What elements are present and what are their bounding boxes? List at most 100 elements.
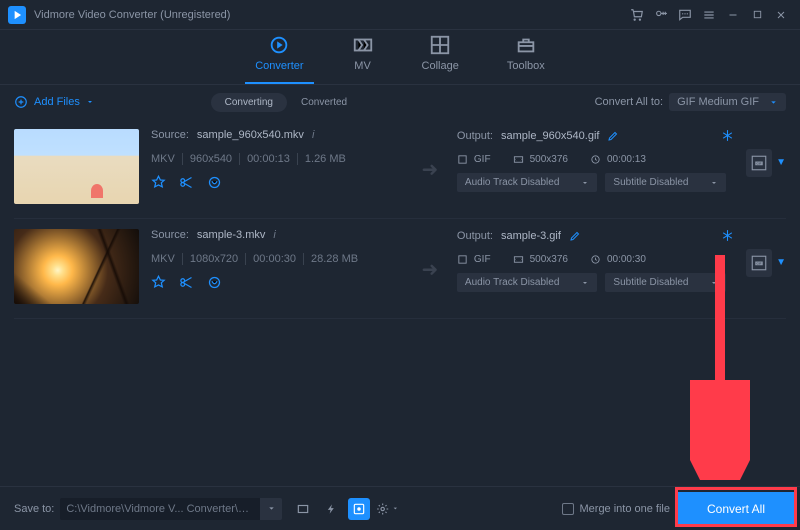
output-duration: 00:00:13 [607, 154, 646, 165]
source-meta: MKV 960x540 00:00:13 1.26 MB [151, 153, 403, 165]
tab-label: MV [354, 60, 371, 72]
info-icon[interactable]: i [273, 229, 275, 241]
merge-label: Merge into one file [580, 503, 671, 515]
media-item: Source: sample_960x540.mkv i MKV 960x540… [14, 119, 786, 219]
add-files-label: Add Files [34, 96, 80, 108]
tab-label: Converter [255, 60, 303, 72]
flash-icon[interactable] [320, 498, 342, 520]
chevron-down-icon [581, 179, 589, 187]
enhance-icon[interactable] [207, 275, 223, 291]
output-format: GIF [474, 254, 491, 265]
thumbnail[interactable] [14, 229, 139, 304]
output-resolution: 500x376 [530, 154, 568, 165]
media-item: Source: sample-3.mkv i MKV 1080x720 00:0… [14, 219, 786, 319]
open-folder-icon[interactable] [292, 498, 314, 520]
add-files-button[interactable]: Add Files [14, 95, 94, 109]
source-meta: MKV 1080x720 00:00:30 28.28 MB [151, 253, 403, 265]
mv-icon [352, 34, 374, 56]
settings-icon[interactable] [376, 498, 398, 520]
output-filename: sample_960x540.gif [501, 130, 599, 142]
list-toolbar: Add Files Converting Converted Convert A… [0, 85, 800, 119]
format-icon [457, 254, 468, 265]
merge-checkbox[interactable]: Merge into one file [562, 503, 671, 515]
output-duration: 00:00:30 [607, 254, 646, 265]
save-path-field[interactable]: C:\Vidmore\Vidmore V... Converter\Conver… [60, 498, 260, 520]
resolution-icon [513, 154, 524, 165]
output-label: Output: [457, 130, 493, 142]
app-logo [8, 6, 26, 24]
plus-circle-icon [14, 95, 28, 109]
enhance-icon[interactable] [207, 175, 223, 191]
minimize-icon[interactable] [722, 4, 744, 26]
media-list: Source: sample_960x540.mkv i MKV 960x540… [0, 119, 800, 319]
feedback-icon[interactable] [674, 4, 696, 26]
output-meta: GIF 500x376 00:00:30 [457, 254, 734, 265]
trim-icon[interactable] [179, 275, 195, 291]
source-label: Source: [151, 229, 189, 241]
tab-label: Toolbox [507, 60, 545, 72]
output-meta: GIF 500x376 00:00:13 [457, 154, 734, 165]
status-filter: Converting Converted [211, 93, 362, 112]
converter-icon [268, 34, 290, 56]
subtitle-dropdown[interactable]: Subtitle Disabled [605, 173, 726, 192]
chevron-down-icon [581, 279, 589, 287]
output-format-button[interactable]: GIF [746, 249, 772, 277]
convert-all-format-dropdown[interactable]: GIF Medium GIF [669, 93, 786, 111]
effects-icon[interactable] [151, 175, 167, 191]
source-label: Source: [151, 129, 189, 141]
convert-all-to-label: Convert All to: [595, 96, 663, 108]
menu-icon[interactable] [698, 4, 720, 26]
chevron-down-icon[interactable]: ▼ [776, 257, 786, 268]
thumbnail[interactable] [14, 129, 139, 204]
output-filename: sample-3.gif [501, 230, 561, 242]
trim-icon[interactable] [179, 175, 195, 191]
effects-icon[interactable] [151, 275, 167, 291]
save-to-label: Save to: [14, 503, 54, 515]
pill-converted[interactable]: Converted [287, 93, 361, 112]
tab-toolbox[interactable]: Toolbox [503, 34, 549, 80]
tab-converter[interactable]: Converter [251, 34, 307, 80]
source-size: 28.28 MB [304, 253, 365, 265]
chevron-down-icon [769, 98, 778, 107]
resolution-icon [513, 254, 524, 265]
audio-track-dropdown[interactable]: Audio Track Disabled [457, 173, 598, 192]
checkbox-icon [562, 503, 574, 515]
clock-icon [590, 254, 601, 265]
source-filename: sample-3.mkv [197, 229, 265, 241]
output-format-button[interactable]: GIF [746, 149, 772, 177]
maximize-icon[interactable] [746, 4, 768, 26]
key-icon[interactable] [650, 4, 672, 26]
svg-text:GIF: GIF [757, 262, 762, 266]
compress-icon[interactable] [721, 229, 734, 242]
chevron-down-icon [710, 179, 718, 187]
convert-all-format-value: GIF Medium GIF [677, 96, 759, 108]
main-tabs: Converter MV Collage Toolbox [0, 30, 800, 85]
convert-all-button[interactable]: Convert All [678, 492, 794, 526]
info-icon[interactable]: i [312, 129, 314, 141]
edit-name-icon[interactable] [607, 130, 619, 142]
output-format: GIF [474, 154, 491, 165]
arrow-icon: ➜ [415, 129, 445, 182]
source-format: MKV [151, 153, 183, 165]
chevron-down-icon [710, 279, 718, 287]
subtitle-dropdown[interactable]: Subtitle Disabled [605, 273, 726, 292]
app-title: Vidmore Video Converter (Unregistered) [34, 9, 230, 21]
arrow-icon: ➜ [415, 229, 445, 282]
source-resolution: 1080x720 [183, 253, 246, 265]
clock-icon [590, 154, 601, 165]
tab-mv[interactable]: MV [348, 34, 378, 80]
cart-icon[interactable] [626, 4, 648, 26]
edit-name-icon[interactable] [569, 230, 581, 242]
save-path-dropdown[interactable] [260, 498, 282, 520]
gpu-accel-icon[interactable] [348, 498, 370, 520]
output-label: Output: [457, 230, 493, 242]
collage-icon [429, 34, 451, 56]
chevron-down-icon [86, 98, 94, 106]
chevron-down-icon[interactable]: ▼ [776, 157, 786, 168]
close-icon[interactable] [770, 4, 792, 26]
compress-icon[interactable] [721, 129, 734, 142]
tab-collage[interactable]: Collage [418, 34, 463, 80]
pill-converting[interactable]: Converting [211, 93, 287, 112]
toolbox-icon [515, 34, 537, 56]
audio-track-dropdown[interactable]: Audio Track Disabled [457, 273, 598, 292]
